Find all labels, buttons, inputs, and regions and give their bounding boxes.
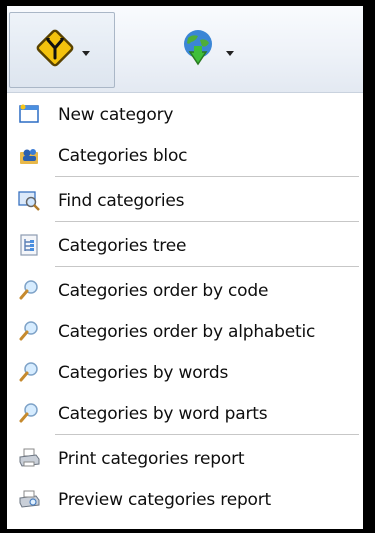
menu-item-print-categories-report[interactable]: Print categories report bbox=[7, 438, 363, 479]
magnifier-icon bbox=[17, 401, 41, 425]
menu-item-find-categories[interactable]: Find categories bbox=[7, 180, 363, 221]
menu-item-categories-order-by-alphabetic[interactable]: Categories order by alphabetic bbox=[7, 311, 363, 352]
globe-download-icon bbox=[176, 26, 220, 74]
menu-item-label: Categories tree bbox=[58, 235, 187, 256]
menu-item-label: Find categories bbox=[58, 190, 185, 211]
menu-item-categories-tree[interactable]: Categories tree bbox=[7, 225, 363, 266]
junction-dropdown-button[interactable] bbox=[9, 12, 115, 88]
printer-icon bbox=[17, 446, 41, 470]
road-junction-sign-icon bbox=[34, 27, 76, 73]
menu-item-label: Categories by word parts bbox=[58, 403, 268, 424]
menu-item-preview-categories-report[interactable]: Preview categories report bbox=[7, 479, 363, 520]
menu-item-label: Categories order by alphabetic bbox=[58, 321, 316, 342]
menu-item-label: New category bbox=[58, 104, 174, 125]
users-folder-icon bbox=[17, 143, 41, 167]
new-window-icon bbox=[17, 102, 41, 126]
magnifier-icon bbox=[17, 278, 41, 302]
menu-item-label: Categories order by code bbox=[58, 280, 269, 301]
menu-item-categories-by-words[interactable]: Categories by words bbox=[7, 352, 363, 393]
menu-item-label: Preview categories report bbox=[58, 489, 272, 510]
menu-item-categories-by-word-parts[interactable]: Categories by word parts bbox=[7, 393, 363, 434]
menu-item-categories-order-by-code[interactable]: Categories order by code bbox=[7, 270, 363, 311]
menu-item-label: Categories bloc bbox=[58, 145, 188, 166]
menu-window: New category Categories bloc Find categori… bbox=[7, 6, 363, 529]
menu-item-new-category[interactable]: New category bbox=[7, 94, 363, 135]
menu-item-label: Print categories report bbox=[58, 448, 245, 469]
chevron-down-icon[interactable] bbox=[82, 50, 90, 56]
chevron-down-icon[interactable] bbox=[226, 50, 234, 56]
globe-dropdown-button[interactable] bbox=[157, 12, 253, 88]
find-window-icon bbox=[17, 188, 41, 212]
print-preview-icon bbox=[17, 487, 41, 511]
magnifier-icon bbox=[17, 319, 41, 343]
tree-document-icon bbox=[17, 233, 41, 257]
magnifier-icon bbox=[17, 360, 41, 384]
menu-item-label: Categories by words bbox=[58, 362, 229, 383]
dropdown-menu: New category Categories bloc Find categori… bbox=[7, 94, 363, 520]
menu-item-categories-bloc[interactable]: Categories bloc bbox=[7, 135, 363, 176]
toolbar bbox=[7, 6, 363, 93]
